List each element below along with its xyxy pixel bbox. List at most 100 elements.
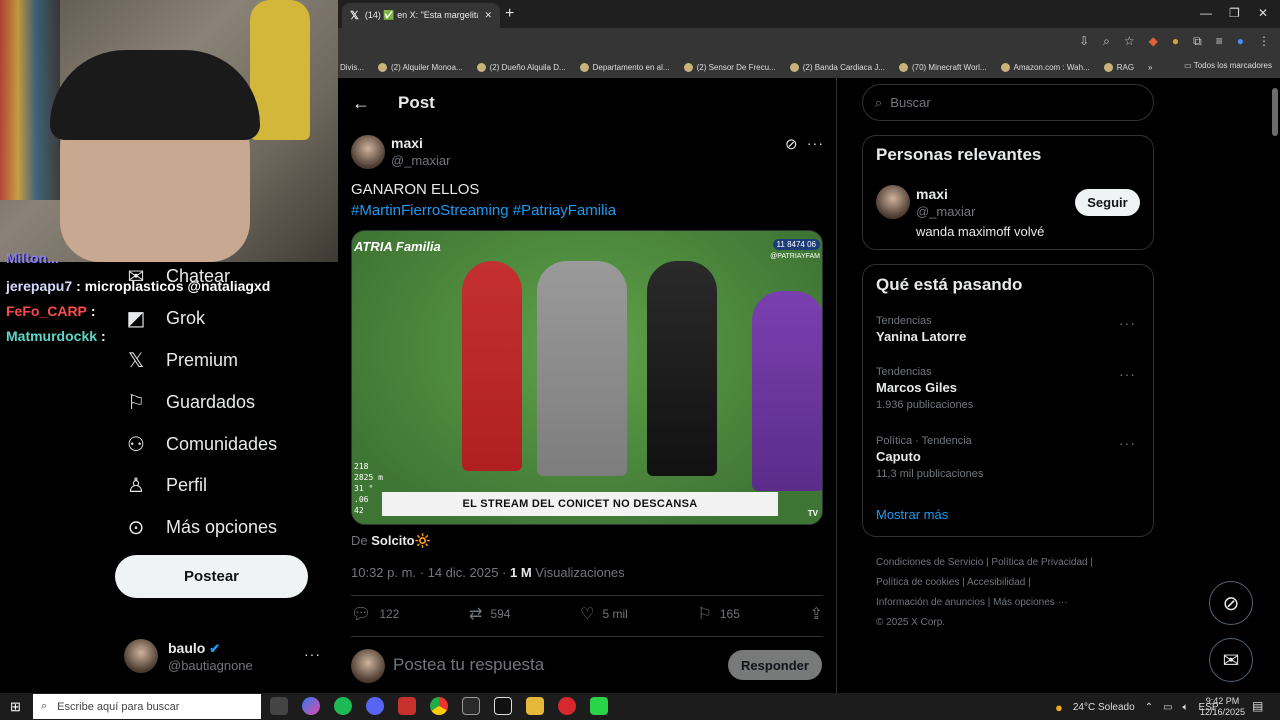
scrollbar[interactable]	[1272, 88, 1278, 136]
nav-bookmarks[interactable]: ⚐ Guardados	[124, 390, 255, 415]
chrome-icon[interactable]	[430, 697, 448, 715]
bookmark-favicon-icon	[1000, 62, 1010, 72]
nav-profile[interactable]: ♙ Perfil	[124, 473, 207, 498]
star-icon[interactable]: ☆	[1124, 34, 1135, 49]
install-icon[interactable]: ⇩	[1079, 34, 1089, 49]
network-icon[interactable]: ▭	[1163, 702, 1172, 713]
trend-item[interactable]: Tendencias Marcos Giles 1.936 publicacio…	[876, 366, 1146, 411]
bookmark-item[interactable]: (70) Minecraft Worl...	[898, 62, 987, 72]
spotify-icon[interactable]	[334, 697, 352, 715]
bookmark-item[interactable]: Divis...	[340, 63, 364, 72]
footer-line[interactable]: Política de cookies | Accesibilidad |	[876, 573, 1156, 593]
follow-button[interactable]: Seguir	[1075, 189, 1140, 216]
show-more-link[interactable]: Mostrar más	[876, 507, 948, 522]
nav-chat[interactable]: ✉ Chatear	[124, 264, 230, 289]
post-hashtags[interactable]: #MartinFierroStreaming #PatriayFamilia	[351, 202, 616, 219]
puzzle-icon[interactable]: ⧉	[1193, 34, 1202, 49]
kick-icon[interactable]	[590, 697, 608, 715]
footer-links: Condiciones de Servicio | Política de Pr…	[876, 553, 1156, 633]
volume-icon[interactable]: 🔈︎	[1183, 702, 1189, 713]
share-button[interactable]: ⇪	[810, 604, 823, 624]
relevant-name[interactable]: maxi	[916, 186, 948, 202]
back-arrow-icon[interactable]: ←	[352, 93, 370, 114]
reply-input[interactable]: Postea tu respuesta	[393, 655, 544, 675]
minimize-icon[interactable]: —	[1200, 6, 1212, 20]
bookmark-item[interactable]: (2) Dueño Alquila D...	[476, 62, 566, 72]
all-bookmarks[interactable]: ▭ Todos los marcadores	[1184, 61, 1272, 70]
bookmark-item[interactable]: (2) Sensor De Frecu...	[683, 62, 776, 72]
reply-button[interactable]: 💬︎ 122	[351, 604, 399, 624]
search-input[interactable]: ⌕ Buscar	[862, 84, 1154, 121]
notifications-icon[interactable]: ▤	[1252, 699, 1263, 713]
account-more-icon[interactable]: ···	[304, 646, 321, 662]
footer-line[interactable]: Información de anuncios | Más opciones ·…	[876, 593, 1156, 613]
nav-communities[interactable]: ⚇ Comunidades	[124, 432, 277, 457]
zoom-icon[interactable]: ⌕	[1103, 34, 1110, 49]
relevant-bio: wanda maximoff volvé	[916, 224, 1045, 239]
bookmarks-overflow-icon[interactable]: »	[1148, 63, 1152, 72]
post-video[interactable]: ATRIA Familia 11 8474 06 @PATRIAYFAM 218…	[351, 230, 823, 525]
relevant-avatar[interactable]	[876, 185, 910, 219]
bookmark-item[interactable]: RAG	[1103, 62, 1134, 72]
grok-analyze-icon[interactable]: ⊘	[785, 135, 798, 153]
extension-icon[interactable]: ◆	[1149, 34, 1158, 49]
windows-start-icon[interactable]: ⊞	[10, 699, 21, 715]
taskbar-search[interactable]: ⌕ Escribe aquí para buscar	[33, 694, 261, 719]
reply-button-submit[interactable]: Responder	[728, 650, 822, 680]
relevant-title: Personas relevantes	[876, 145, 1042, 164]
nav-grok[interactable]: ◩ Grok	[124, 306, 205, 331]
author-avatar[interactable]	[351, 135, 385, 169]
nav-more[interactable]: ⊙ Más opciones	[124, 515, 277, 540]
bookmark-item[interactable]: Amazon.com : Wah...	[1000, 62, 1090, 72]
menu-icon[interactable]: ⋮	[1258, 34, 1270, 49]
clock[interactable]: 9:42 PM 12/16/2025	[1200, 696, 1245, 718]
source-link[interactable]: Solcito🔆	[371, 533, 431, 548]
browser-tab[interactable]: 𝕏 (14) ✅ en X: "Esta margelita y ✕	[342, 3, 500, 28]
tab-close-icon[interactable]: ✕	[484, 10, 492, 21]
footer-line[interactable]: Condiciones de Servicio | Política de Pr…	[876, 553, 1156, 573]
post-more-icon[interactable]: ···	[807, 135, 824, 151]
discord-icon[interactable]	[366, 697, 384, 715]
file-explorer-icon[interactable]	[526, 697, 544, 715]
bookmark-item[interactable]: (2) Banda Cardiaca J...	[789, 62, 885, 72]
tv-logo: TV	[807, 509, 818, 518]
nav-premium[interactable]: 𝕏 Premium	[124, 348, 238, 373]
new-tab-button[interactable]: +	[505, 5, 514, 23]
restore-icon[interactable]: ❐	[1229, 6, 1240, 20]
profile-icon[interactable]: ●	[1237, 34, 1244, 49]
app-icon[interactable]	[494, 697, 512, 715]
copilot-icon[interactable]	[302, 697, 320, 715]
bookmark-item[interactable]: (2) Alquiler Monoa...	[378, 62, 463, 72]
extension-icon[interactable]: ●	[1172, 34, 1179, 49]
messages-fab-icon[interactable]: ✉	[1209, 638, 1253, 682]
trend-more-icon[interactable]: ···	[1119, 315, 1136, 331]
trend-more-icon[interactable]: ···	[1119, 435, 1136, 451]
author-name[interactable]: maxi	[391, 135, 423, 151]
post-button[interactable]: Postear	[115, 555, 308, 598]
media-icon[interactable]: ≡	[1216, 34, 1223, 49]
close-window-icon[interactable]: ✕	[1258, 6, 1268, 20]
weather-text[interactable]: 24°C Soleado	[1073, 702, 1135, 713]
post-timestamp[interactable]: 10:32 p. m. · 14 dic. 2025 ·	[351, 565, 506, 580]
footer-line: © 2025 X Corp.	[876, 617, 946, 628]
grok-fab-icon[interactable]: ⊘	[1209, 581, 1253, 625]
chevron-up-icon[interactable]: ⌃	[1145, 702, 1153, 713]
repost-button[interactable]: ⇄ 594	[469, 604, 510, 624]
x-logo-icon: 𝕏	[350, 10, 359, 22]
trend-more-icon[interactable]: ···	[1119, 366, 1136, 382]
like-button[interactable]: ♡ 5 mil	[580, 604, 628, 624]
show-phone: 11 8474 06	[772, 239, 820, 250]
task-view-icon[interactable]	[270, 697, 288, 715]
app-icon[interactable]	[398, 697, 416, 715]
author-handle[interactable]: @_maxiar	[391, 153, 450, 168]
communities-icon: ⚇	[127, 434, 145, 456]
opera-icon[interactable]	[558, 697, 576, 715]
bookmark-item[interactable]: Departamento en al...	[579, 62, 670, 72]
steam-icon[interactable]	[462, 697, 480, 715]
reply-icon: 💬︎	[351, 606, 372, 623]
account-switcher[interactable]: baulo ✔ @bautiagnone ···	[124, 638, 324, 678]
trend-item[interactable]: Tendencias Yanina Latorre ···	[876, 315, 1146, 344]
bookmark-button[interactable]: ⚐ 165	[698, 604, 740, 624]
relevant-handle[interactable]: @_maxiar	[916, 204, 975, 219]
trend-item[interactable]: Política · Tendencia Caputo 11,3 mil pub…	[876, 435, 1146, 480]
